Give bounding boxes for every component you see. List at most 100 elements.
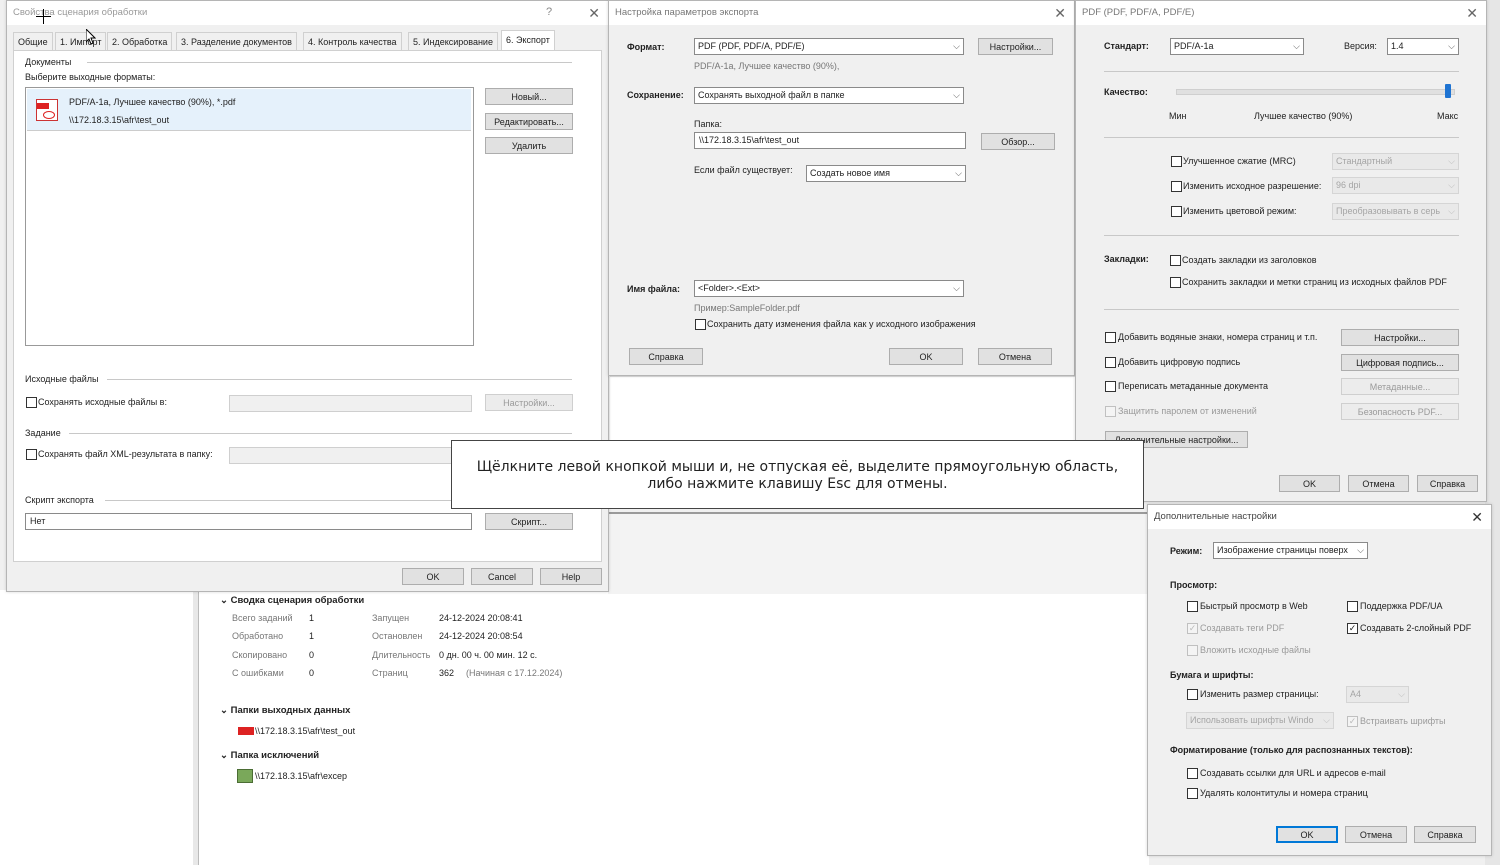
metadata-button[interactable]: Метаданные... bbox=[1341, 378, 1459, 395]
save-label: Сохранение: bbox=[627, 90, 684, 100]
mode-select[interactable]: Изображение страницы поверх ⌵ bbox=[1213, 542, 1368, 559]
chevron-down-icon: ⌵ bbox=[955, 168, 962, 178]
cancel-button[interactable]: Cancel bbox=[471, 568, 533, 585]
quality-label: Качество: bbox=[1104, 87, 1148, 97]
embed-fonts-checkbox[interactable]: ✓ bbox=[1347, 716, 1358, 727]
ok-button[interactable]: OK bbox=[402, 568, 464, 585]
color-mode-select[interactable]: Преобразовывать в серь ⌵ bbox=[1332, 203, 1459, 220]
summary-pages-note: (Начиная с 17.12.2024) bbox=[466, 668, 563, 678]
ok-button[interactable]: OK bbox=[1279, 475, 1340, 492]
exceptions-folder-link[interactable]: \\172.18.3.15\afr\excep bbox=[255, 771, 347, 781]
page-size-select[interactable]: A4 ⌵ bbox=[1346, 686, 1409, 703]
watermark-settings-button[interactable]: Настройки... bbox=[1341, 329, 1459, 346]
resolution-select[interactable]: 96 dpi ⌵ bbox=[1332, 177, 1459, 194]
remove-hf-checkbox[interactable] bbox=[1187, 788, 1198, 799]
page-size-value: A4 bbox=[1350, 689, 1362, 699]
summary-title[interactable]: ⌄ Сводка сценария обработки bbox=[220, 595, 364, 606]
script-input[interactable]: Нет bbox=[25, 513, 472, 530]
close-icon[interactable]: ✕ bbox=[1471, 505, 1483, 529]
metadata-checkbox[interactable] bbox=[1105, 381, 1116, 392]
tab-import[interactable]: 1. Импорт bbox=[55, 32, 107, 50]
embed-source-checkbox[interactable] bbox=[1187, 645, 1198, 656]
help-q-button[interactable]: ? bbox=[546, 6, 552, 18]
formats-list[interactable]: PDF/A-1a, Лучшее качество (90%), *.pdf \… bbox=[25, 87, 474, 346]
close-icon[interactable]: ✕ bbox=[1054, 1, 1066, 25]
format-select-value: PDF (PDF, PDF/A, PDF/E) bbox=[698, 41, 805, 51]
protect-checkbox[interactable] bbox=[1105, 406, 1116, 417]
help-button[interactable]: Help bbox=[540, 568, 602, 585]
tab-separation[interactable]: 3. Разделение документов bbox=[176, 32, 297, 50]
watermarks-checkbox[interactable] bbox=[1105, 332, 1116, 343]
format-select[interactable]: PDF (PDF, PDF/A, PDF/E) ⌵ bbox=[694, 38, 964, 55]
color-mode-checkbox[interactable] bbox=[1171, 206, 1182, 217]
source-settings-button[interactable]: Настройки... bbox=[485, 394, 573, 411]
dialog-title: Настройка параметров экспорта bbox=[609, 1, 1074, 25]
chevron-down-icon: ⌵ bbox=[1448, 206, 1455, 216]
two-layer-checkbox[interactable]: ✓ bbox=[1347, 623, 1358, 634]
pdfua-checkbox[interactable] bbox=[1347, 601, 1358, 612]
browse-button[interactable]: Обзор... bbox=[981, 133, 1055, 150]
delete-button[interactable]: Удалить bbox=[485, 137, 573, 154]
script-button[interactable]: Скрипт... bbox=[485, 513, 573, 530]
task-separator bbox=[69, 433, 572, 434]
help-button[interactable]: Справка bbox=[629, 348, 703, 365]
version-select[interactable]: 1.4 ⌵ bbox=[1387, 38, 1459, 55]
format-hint: PDF/A-1a, Лучшее качество (90%), bbox=[694, 61, 840, 71]
exceptions-title[interactable]: ⌄ Папка исключений bbox=[220, 750, 319, 761]
security-button[interactable]: Безопасность PDF... bbox=[1341, 403, 1459, 420]
resolution-checkbox[interactable] bbox=[1171, 181, 1182, 192]
links-checkbox[interactable] bbox=[1187, 768, 1198, 779]
separator bbox=[1104, 309, 1459, 310]
format-settings-button[interactable]: Настройки... bbox=[978, 38, 1053, 55]
keep-date-label: Сохранить дату изменения файла как у исх… bbox=[707, 319, 976, 329]
standard-select[interactable]: PDF/A-1a ⌵ bbox=[1170, 38, 1304, 55]
help-button[interactable]: Справка bbox=[1417, 475, 1478, 492]
image-folder-icon bbox=[237, 769, 253, 783]
save-mode-select[interactable]: Сохранять выходной файл в папке ⌵ bbox=[694, 87, 964, 104]
cancel-button[interactable]: Отмена bbox=[1345, 826, 1407, 843]
save-xml-label: Сохранять файл XML-результата в папку: bbox=[38, 449, 213, 459]
exists-select[interactable]: Создать новое имя ⌵ bbox=[806, 165, 966, 182]
tags-checkbox[interactable]: ✓ bbox=[1187, 623, 1198, 634]
save-xml-checkbox[interactable] bbox=[26, 449, 37, 460]
remove-hf-label: Удалять колонтитулы и номера страниц bbox=[1200, 788, 1368, 798]
ok-button[interactable]: OK bbox=[1276, 826, 1338, 843]
resize-checkbox[interactable] bbox=[1187, 689, 1198, 700]
tab-export[interactable]: 6. Экспорт bbox=[501, 30, 555, 51]
list-item[interactable]: PDF/A-1a, Лучшее качество (90%), *.pdf \… bbox=[27, 89, 471, 131]
edit-button[interactable]: Редактировать... bbox=[485, 113, 573, 130]
ok-button[interactable]: OK bbox=[889, 348, 963, 365]
tab-indexing[interactable]: 5. Индексирование bbox=[408, 32, 498, 50]
cancel-button[interactable]: Отмена bbox=[978, 348, 1052, 365]
xml-folder-input[interactable] bbox=[229, 447, 472, 464]
new-button[interactable]: Новый... bbox=[485, 88, 573, 105]
tab-general[interactable]: Общие bbox=[13, 32, 53, 50]
close-icon[interactable]: ✕ bbox=[588, 1, 600, 25]
bm-headers-label: Создать закладки из заголовков bbox=[1182, 255, 1317, 265]
save-source-checkbox[interactable] bbox=[26, 397, 37, 408]
source-folder-input[interactable] bbox=[229, 395, 472, 412]
cancel-button[interactable]: Отмена bbox=[1348, 475, 1409, 492]
quality-slider-thumb[interactable] bbox=[1445, 84, 1451, 98]
help-button[interactable]: Справка bbox=[1414, 826, 1476, 843]
output-folders-title[interactable]: ⌄ Папки выходных данных bbox=[220, 705, 350, 716]
bm-keep-checkbox[interactable] bbox=[1170, 277, 1181, 288]
fast-web-checkbox[interactable] bbox=[1187, 601, 1198, 612]
filename-select[interactable]: <Folder>.<Ext> ⌵ bbox=[694, 280, 964, 297]
digital-signature-button[interactable]: Цифровая подпись... bbox=[1341, 354, 1459, 371]
keep-date-checkbox[interactable] bbox=[695, 319, 706, 330]
tab-quality[interactable]: 4. Контроль качества bbox=[303, 32, 402, 50]
folder-input[interactable]: \\172.18.3.15\afr\test_out bbox=[694, 132, 966, 149]
source-separator bbox=[107, 379, 572, 380]
bm-headers-checkbox[interactable] bbox=[1170, 255, 1181, 266]
close-icon[interactable]: ✕ bbox=[1466, 1, 1478, 25]
summary-val: 24-12-2024 20:08:41 bbox=[439, 613, 523, 623]
output-folder-link[interactable]: \\172.18.3.15\afr\test_out bbox=[255, 726, 355, 736]
digital-signature-checkbox[interactable] bbox=[1105, 357, 1116, 368]
fonts-select[interactable]: Использовать шрифты Windo ⌵ bbox=[1186, 712, 1334, 729]
mrc-checkbox[interactable] bbox=[1171, 156, 1182, 167]
tab-processing[interactable]: 2. Обработка bbox=[107, 32, 173, 50]
quality-slider[interactable] bbox=[1176, 84, 1455, 98]
mode-value: Изображение страницы поверх bbox=[1217, 545, 1348, 555]
mrc-select[interactable]: Стандартный ⌵ bbox=[1332, 153, 1459, 170]
